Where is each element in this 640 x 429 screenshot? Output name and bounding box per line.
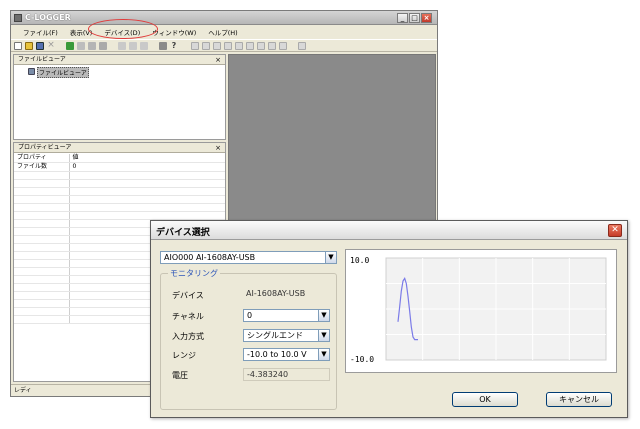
menu-window[interactable]: ウィンドウ(W) <box>152 27 196 37</box>
chevron-down-icon[interactable]: ▼ <box>325 252 336 263</box>
range-select-value: -10.0 to 10.0 V <box>247 350 307 359</box>
table-row <box>14 187 225 196</box>
channel-select-value: 0 <box>247 311 253 320</box>
menu-help[interactable]: ヘルプ(H) <box>208 27 237 37</box>
input-method-select[interactable]: シングルエンド ▼ <box>243 329 330 342</box>
property-viewer-header: プロパティビューア × <box>14 143 225 153</box>
property-name: ファイル数 <box>14 162 70 172</box>
range-icon[interactable] <box>246 42 254 50</box>
app-title: C-LOGGER <box>25 13 71 22</box>
delete-icon[interactable]: × <box>47 41 55 50</box>
device-label: デバイス <box>172 291 204 300</box>
table-row <box>14 211 225 220</box>
settings-icon[interactable] <box>298 42 306 50</box>
marker-icon[interactable] <box>279 42 287 50</box>
property-viewer-title: プロパティビューア <box>18 144 72 151</box>
connect-icon[interactable] <box>66 42 74 50</box>
channel-select[interactable]: 0 ▼ <box>243 309 330 322</box>
open-icon[interactable] <box>25 42 33 50</box>
monitoring-title: モニタリング <box>168 268 220 279</box>
device-select-value: AIO000 AI-1608AY-USB <box>164 253 256 262</box>
file-viewer-close-icon[interactable]: × <box>215 55 221 65</box>
voltage-value: -4.383240 <box>243 368 330 381</box>
device-value: AI-1608AY-USB <box>246 289 306 298</box>
menu-file[interactable]: ファイル(F) <box>23 27 58 37</box>
table-row <box>14 203 225 212</box>
minimize-button[interactable]: _ <box>397 13 408 23</box>
file-viewer-header: ファイルビューア × <box>14 55 225 65</box>
start-icon[interactable] <box>88 42 96 50</box>
property-value-header: 値 <box>69 154 225 163</box>
y-max-label: 10.0 <box>350 256 369 265</box>
chevron-down-icon[interactable]: ▼ <box>318 349 329 360</box>
dialog-title: デバイス選択 <box>156 228 210 238</box>
disconnect-icon[interactable] <box>77 42 85 50</box>
channel-label: チャネル <box>172 312 204 321</box>
table-row <box>14 171 225 180</box>
scale-icon[interactable] <box>268 42 276 50</box>
main-title-bar[interactable]: C-LOGGER _ □ × <box>11 11 437 25</box>
ok-button[interactable]: OK <box>452 392 518 407</box>
device-select-dialog: デバイス選択 ✕ AIO000 AI-1608AY-USB ▼ モニタリング デ… <box>150 220 628 418</box>
new-icon[interactable] <box>14 42 22 50</box>
file-viewer-pane: ファイルビューア × ファイルビューア <box>13 54 226 140</box>
signal-chart: 10.0 -10.0 <box>350 256 607 364</box>
fit-icon[interactable] <box>224 42 232 50</box>
cancel-button[interactable]: キャンセル <box>546 392 612 407</box>
table-row <box>14 179 225 188</box>
align-icon[interactable] <box>257 42 265 50</box>
monitoring-group: モニタリング デバイス AI-1608AY-USB チャネル 0 ▼ 入力方式 … <box>160 268 337 410</box>
zoom-in-icon[interactable] <box>191 42 199 50</box>
property-value: 0 <box>69 162 225 172</box>
zoom-out-icon[interactable] <box>202 42 210 50</box>
maximize-button[interactable]: □ <box>409 13 420 23</box>
voltage-label: 電圧 <box>172 371 188 380</box>
range-label: レンジ <box>172 351 196 360</box>
file-viewer-title: ファイルビューア <box>18 56 66 63</box>
cursor-icon[interactable] <box>235 42 243 50</box>
save-icon[interactable] <box>36 42 44 50</box>
range-select[interactable]: -10.0 to 10.0 V ▼ <box>243 348 330 361</box>
move-icon[interactable] <box>213 42 221 50</box>
file-viewer-node[interactable]: ファイルビューア <box>37 67 89 78</box>
print-icon[interactable] <box>159 42 167 50</box>
y-min-label: -10.0 <box>350 355 374 364</box>
input-method-value: シングルエンド <box>247 331 303 340</box>
menu-device[interactable]: デバイス(D) <box>104 27 140 37</box>
input-method-label: 入力方式 <box>172 332 204 341</box>
menu-view[interactable]: 表示(V) <box>70 27 93 37</box>
toolbar: × ? <box>11 39 437 52</box>
dialog-close-button[interactable]: ✕ <box>608 224 622 237</box>
table-row <box>14 195 225 204</box>
signal-chart-frame: 10.0 -10.0 <box>345 249 617 373</box>
property-viewer-close-icon[interactable]: × <box>215 143 221 153</box>
chevron-down-icon[interactable]: ▼ <box>318 310 329 321</box>
menu-bar: ファイル(F) 表示(V) デバイス(D) ウィンドウ(W) ヘルプ(H) <box>11 26 437 38</box>
property-header-row: プロパティ 値 <box>14 154 225 163</box>
device-select[interactable]: AIO000 AI-1608AY-USB ▼ <box>160 251 337 264</box>
app-icon <box>14 14 22 22</box>
property-name-header: プロパティ <box>14 154 70 163</box>
chevron-down-icon[interactable]: ▼ <box>318 330 329 341</box>
help-icon[interactable]: ? <box>170 42 178 50</box>
window-icon[interactable] <box>140 42 148 50</box>
table-row[interactable]: ファイル数 0 <box>14 162 225 172</box>
grid-icon[interactable] <box>129 42 137 50</box>
stop-icon[interactable] <box>99 42 107 50</box>
close-button[interactable]: × <box>421 13 432 23</box>
list-icon[interactable] <box>118 42 126 50</box>
dialog-title-bar[interactable]: デバイス選択 ✕ <box>151 221 627 240</box>
file-viewer-node-icon <box>28 68 35 75</box>
